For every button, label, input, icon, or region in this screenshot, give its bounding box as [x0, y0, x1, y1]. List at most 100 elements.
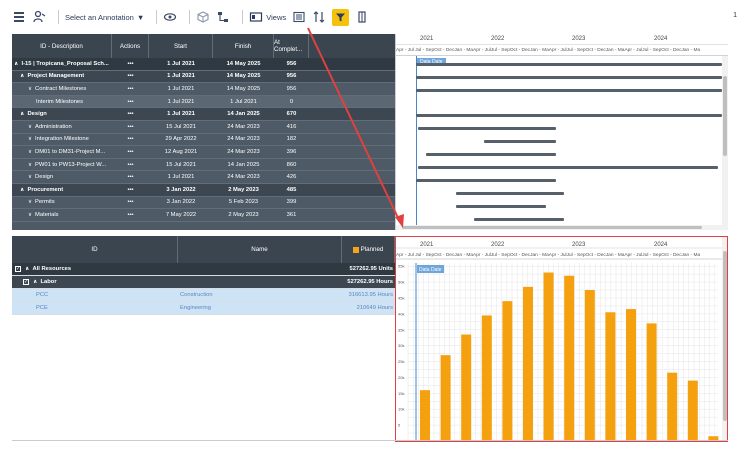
activity-row[interactable]: ∨ DM01 to DM31-Project M... ••• 12 Aug 2021…	[12, 146, 395, 159]
col-header-resource-name[interactable]: Name	[178, 236, 342, 263]
chevron-down-icon[interactable]: ∨	[28, 174, 32, 180]
activity-row[interactable]: ∨ Integration Milestone ••• 29 Apr 2022 24 M…	[12, 133, 395, 147]
finish-date: 14 May 2025	[226, 60, 261, 67]
resource-row[interactable]: ✓ ∧ All Resources 527262.95 Units	[12, 263, 395, 276]
col-header-id[interactable]: ID - Description	[12, 34, 112, 58]
planned-legend-swatch	[352, 246, 359, 253]
gantt-timeline: 2021 2022 2023 2024 Apr - Jul Jul - SepO…	[396, 34, 728, 56]
actions-menu[interactable]: •••	[112, 121, 149, 133]
resource-row[interactable]: ✓ ∧ Labor 527262.95 Hours	[12, 276, 395, 289]
gantt-bar[interactable]	[484, 140, 556, 143]
activity-row[interactable]: ∨ Administration ••• 15 Jul 2021 24 Mar 2023…	[12, 120, 395, 134]
columns-icon[interactable]	[355, 7, 369, 27]
chevron-up-icon[interactable]: ∧	[20, 73, 24, 79]
activity-row[interactable]: Interim Milestones ••• 1 Jul 2021 1 Jul 202…	[12, 95, 395, 109]
col-header-start[interactable]: Start	[149, 34, 213, 58]
histogram-bar	[667, 372, 678, 441]
checkbox-icon[interactable]: ✓	[15, 266, 21, 272]
chevron-down-icon[interactable]: ∨	[28, 136, 32, 142]
gantt-bar[interactable]	[416, 63, 722, 66]
actions-menu[interactable]: •••	[112, 197, 149, 209]
hierarchy-icon[interactable]	[216, 7, 230, 27]
activity-row[interactable]: ∨ PW01 to PW13-Project W... ••• 15 Jul 2021…	[12, 158, 395, 172]
activity-row[interactable]: ∧ Project Management ••• 1 Jul 2021 14 May 2…	[12, 70, 395, 84]
gantt-bar[interactable]	[416, 89, 722, 92]
histogram-bar	[481, 315, 492, 441]
y-tick-label: 50k	[398, 280, 404, 285]
resource-row[interactable]: PCE Engineering 210649 Hours	[12, 302, 395, 315]
actions-menu[interactable]: •••	[112, 71, 149, 83]
activity-label: Project Management	[27, 73, 85, 80]
page-indicator: 1	[733, 12, 737, 19]
gantt-bar[interactable]	[456, 205, 546, 208]
activity-row[interactable]: ∧ Design ••• 1 Jul 2021 14 Jan 2025 670	[12, 108, 395, 121]
chevron-up-icon[interactable]: ∧	[25, 266, 29, 272]
chevron-up-icon[interactable]: ∧	[33, 279, 37, 285]
gantt-bar[interactable]	[418, 127, 556, 130]
chevron-up-icon[interactable]: ∧	[20, 187, 24, 193]
cube-icon[interactable]	[196, 7, 210, 27]
gantt-bar[interactable]	[426, 153, 556, 156]
resource-id: PCC	[36, 292, 49, 298]
actions-menu[interactable]: •••	[112, 108, 149, 120]
eye-icon[interactable]	[163, 7, 177, 27]
actions-menu[interactable]: •••	[112, 184, 149, 196]
views-button[interactable]: Views	[249, 7, 286, 27]
activity-grid-header: ID - Description Actions Start Finish At…	[12, 34, 395, 58]
checkbox-icon[interactable]: ✓	[23, 279, 29, 285]
gantt-bar[interactable]	[416, 114, 722, 117]
col-header-at-complete[interactable]: At Complet...	[274, 34, 309, 58]
col-header-finish[interactable]: Finish	[213, 34, 274, 58]
actions-menu[interactable]: •••	[112, 159, 149, 171]
chevron-down-icon[interactable]: ∨	[28, 162, 32, 168]
col-header-resource-id[interactable]: ID	[12, 236, 178, 263]
activity-row[interactable]: ∨ Materials ••• 7 May 2022 2 May 2023 361	[12, 209, 395, 222]
gantt-bar[interactable]	[416, 76, 722, 79]
activity-row[interactable]: ∨ Permits ••• 3 Jan 2022 5 Feb 2023 399	[12, 196, 395, 210]
filter-button[interactable]	[332, 7, 350, 27]
chevron-down-icon[interactable]: ∨	[28, 149, 32, 155]
start-date: 15 Jul 2021	[166, 161, 196, 168]
histogram-year-label: 2024	[654, 242, 668, 248]
resource-icon[interactable]	[32, 7, 46, 27]
activity-row[interactable]: ∧ Procurement ••• 3 Jan 2022 2 May 2023 485	[12, 183, 395, 197]
activity-row[interactable]: ∨ Contract Milestones ••• 1 Jul 2021 14 May …	[12, 83, 395, 96]
actions-menu[interactable]: •••	[112, 146, 149, 158]
y-tick-label: 35k	[398, 327, 404, 332]
activity-row[interactable]: ∨ Design ••• 1 Jul 2021 24 Mar 2023 426	[12, 171, 395, 184]
actions-menu[interactable]: •••	[112, 96, 149, 108]
actions-menu[interactable]: •••	[112, 83, 149, 95]
actions-menu[interactable]: •••	[112, 209, 149, 221]
at-complete-value: 860	[286, 161, 297, 168]
gantt-bar[interactable]	[456, 192, 564, 195]
activity-description: ∨ Design	[12, 171, 112, 183]
sort-icon[interactable]	[312, 7, 326, 27]
histogram-bar	[646, 323, 657, 441]
chevron-down-icon[interactable]: ∨	[28, 86, 32, 92]
col-header-planned[interactable]: Planned	[342, 236, 395, 263]
activity-row[interactable]: ∧ I-15 | Tropicana_Proposal Sch... ••• 1 Ju…	[12, 58, 395, 71]
chevron-down-icon[interactable]: ∨	[28, 124, 32, 130]
list-icon[interactable]	[292, 7, 306, 27]
at-complete-value: 670	[286, 111, 297, 118]
layout-icon[interactable]	[12, 7, 26, 27]
actions-menu[interactable]: •••	[112, 171, 149, 183]
gantt-horizontal-scrollbar[interactable]	[396, 225, 728, 230]
actions-menu[interactable]: •••	[112, 134, 149, 146]
chevron-up-icon[interactable]: ∧	[14, 61, 18, 67]
annotation-select[interactable]: Select an Annotation ▼	[65, 7, 144, 27]
histogram-bar	[687, 380, 698, 441]
activity-label: Administration	[35, 123, 72, 130]
gantt-bar[interactable]	[418, 166, 718, 169]
col-header-actions[interactable]: Actions	[112, 34, 149, 58]
chevron-down-icon[interactable]: ∨	[28, 212, 32, 218]
gantt-bar[interactable]	[416, 179, 556, 182]
resource-row[interactable]: PCC Construction 316613.95 Hours	[12, 289, 395, 302]
activity-label: Materials	[35, 211, 59, 218]
chevron-down-icon[interactable]: ∨	[28, 199, 32, 205]
toolbar-separator	[242, 10, 244, 24]
actions-menu[interactable]: •••	[112, 58, 149, 70]
gantt-bar[interactable]	[474, 218, 564, 221]
gantt-vertical-scrollbar[interactable]	[722, 56, 728, 226]
chevron-up-icon[interactable]: ∧	[20, 111, 24, 117]
